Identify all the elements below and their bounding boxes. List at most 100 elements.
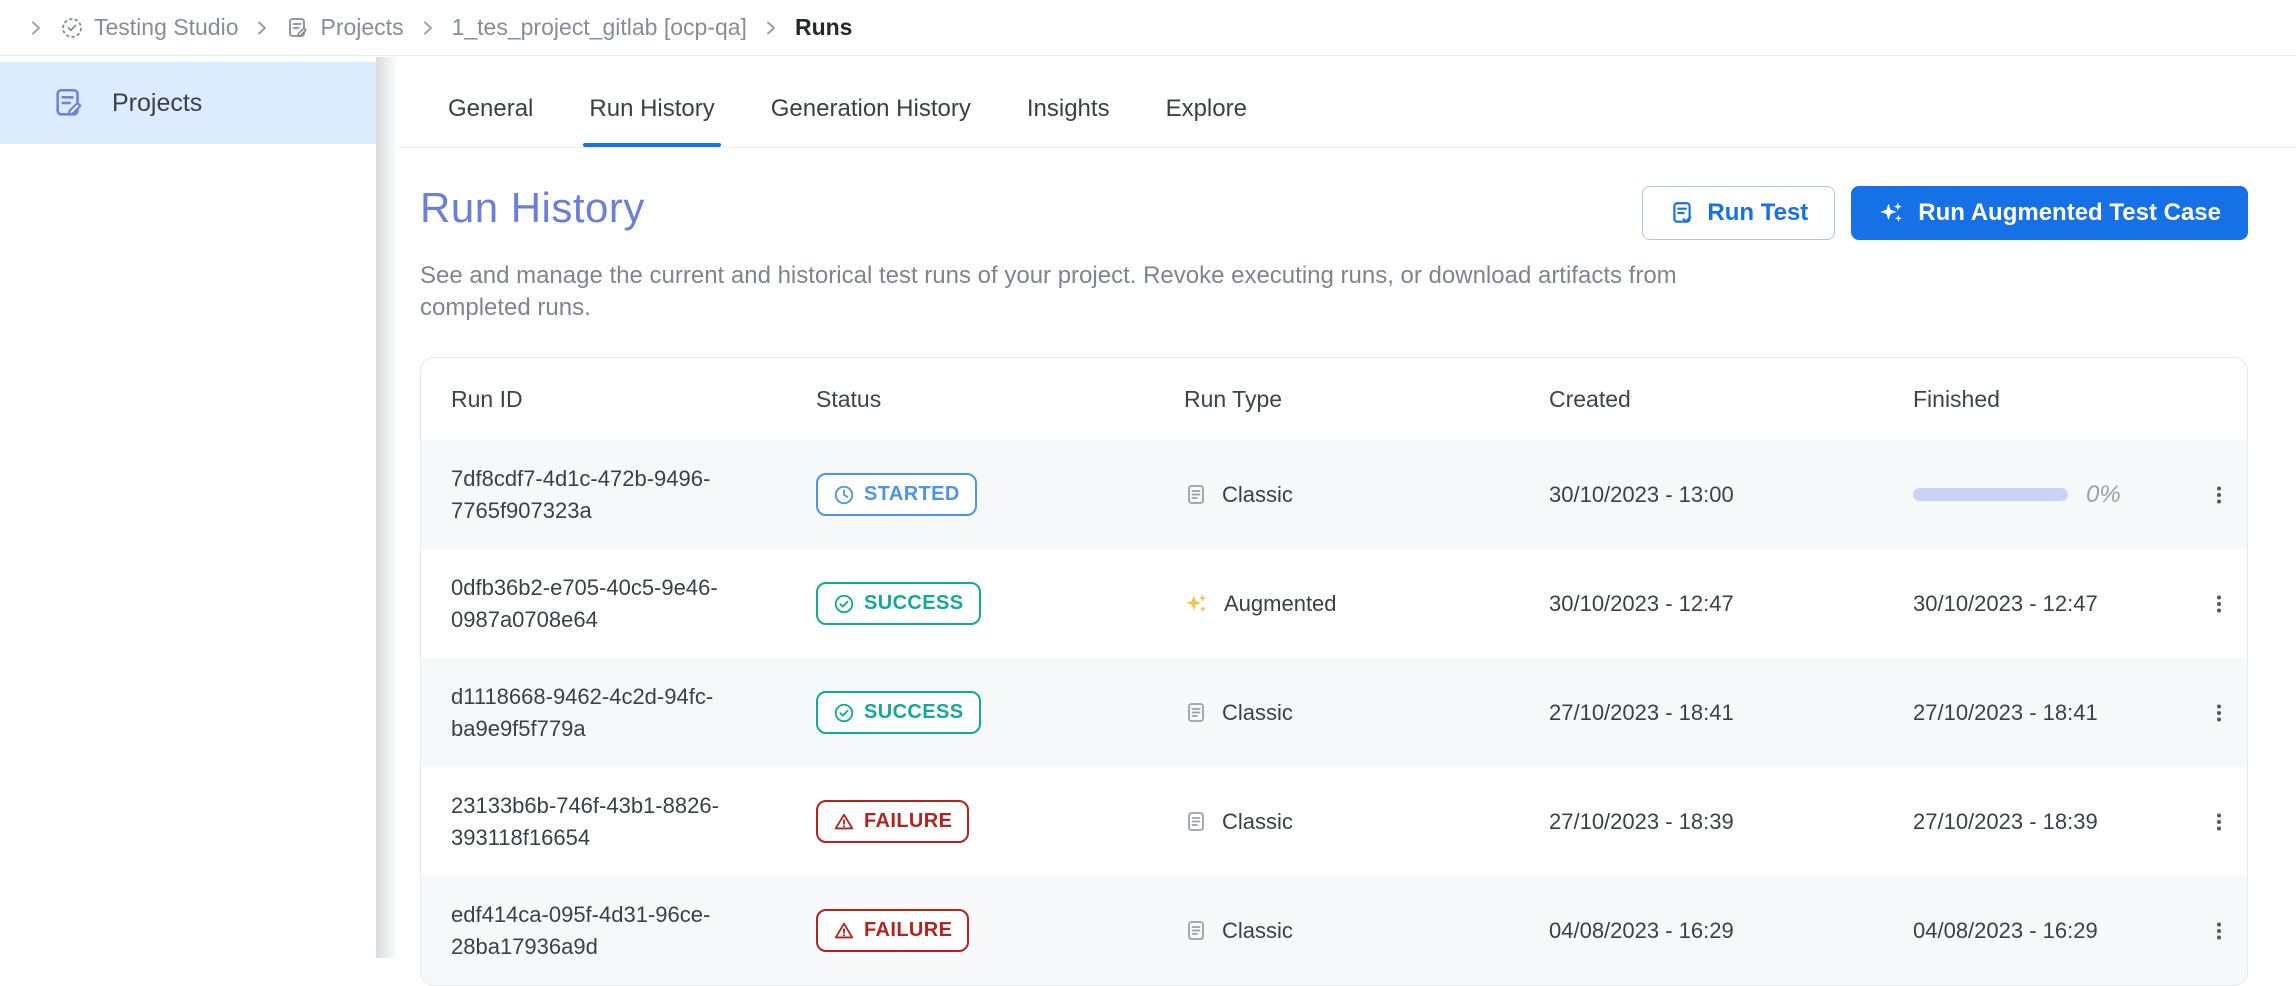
page-description: See and manage the current and historica… xyxy=(420,260,1710,323)
row-menu xyxy=(2189,586,2248,622)
clock-icon xyxy=(833,484,855,506)
tab-generation-history[interactable]: Generation History xyxy=(743,95,999,147)
row-menu xyxy=(2189,477,2248,513)
status-badge: FAILURE xyxy=(816,800,969,843)
status-badge: SUCCESS xyxy=(816,691,981,734)
document-icon xyxy=(1184,701,1208,725)
status-cell: FAILURE xyxy=(816,909,1184,952)
finished-cell: 04/08/2023 - 16:29 xyxy=(1913,918,2189,944)
kebab-menu-icon[interactable] xyxy=(2201,913,2237,949)
breadcrumb-app-label: Testing Studio xyxy=(94,14,238,41)
chevron-right-icon xyxy=(420,20,436,36)
finished-cell: 27/10/2023 - 18:39 xyxy=(1913,809,2189,835)
tab-insights[interactable]: Insights xyxy=(999,95,1138,147)
kebab-menu-icon[interactable] xyxy=(2201,804,2237,840)
row-menu xyxy=(2189,913,2248,949)
table-row: 0dfb36b2-e705-40c5-9e46-0987a0708e64 SUC… xyxy=(421,549,2247,658)
finished-date: 27/10/2023 - 18:41 xyxy=(1913,700,2098,726)
check-circle-icon xyxy=(833,702,855,724)
kebab-menu-icon[interactable] xyxy=(2201,586,2237,622)
table-row: edf414ca-095f-4d31-96ce-28ba17936a9d FAI… xyxy=(421,876,2247,985)
breadcrumb: Testing Studio Projects 1_tes_project_gi… xyxy=(28,14,852,41)
tab-general[interactable]: General xyxy=(420,95,561,147)
finished-date: 30/10/2023 - 12:47 xyxy=(1913,591,2098,617)
status-cell: STARTED xyxy=(816,473,1184,516)
status-cell: FAILURE xyxy=(816,800,1184,843)
chevron-right-icon xyxy=(254,20,270,36)
breadcrumb-project-link[interactable]: 1_tes_project_gitlab [ocp-qa] xyxy=(452,14,747,41)
sidebar-item-projects[interactable]: Projects xyxy=(0,62,376,144)
run-type-cell: Classic xyxy=(1184,809,1549,835)
run-type-cell: Classic xyxy=(1184,482,1549,508)
run-type-label: Classic xyxy=(1222,700,1293,726)
tab-run-history[interactable]: Run History xyxy=(561,95,742,147)
run-id-cell: 23133b6b-746f-43b1-8826-393118f16654 xyxy=(421,790,781,854)
breadcrumb-current: Runs xyxy=(795,14,853,41)
table-row: 7df8cdf7-4d1c-472b-9496-7765f907323a STA… xyxy=(421,440,2247,549)
kebab-menu-icon[interactable] xyxy=(2201,477,2237,513)
row-menu xyxy=(2189,695,2248,731)
document-icon xyxy=(1184,810,1208,834)
breadcrumb-projects-label: Projects xyxy=(320,14,403,41)
status-label: FAILURE xyxy=(864,919,952,942)
created-cell: 30/10/2023 - 12:47 xyxy=(1549,591,1913,617)
check-circle-icon xyxy=(833,593,855,615)
run-id-cell: d1118668-9462-4c2d-94fc-ba9e9f5f779a xyxy=(421,681,781,745)
row-menu xyxy=(2189,804,2248,840)
column-header-status: Status xyxy=(816,386,1184,413)
document-icon xyxy=(1184,483,1208,507)
chevron-right-icon xyxy=(28,20,44,36)
run-id-cell: 7df8cdf7-4d1c-472b-9496-7765f907323a xyxy=(421,463,781,527)
tab-bar: General Run History Generation History I… xyxy=(398,57,2296,148)
document-edit-icon xyxy=(52,86,86,120)
progress-bar xyxy=(1913,488,2068,501)
breadcrumb-projects-link[interactable]: Projects xyxy=(286,14,403,41)
status-cell: SUCCESS xyxy=(816,691,1184,734)
progress-percent: 0% xyxy=(2086,481,2121,509)
sidebar-divider xyxy=(376,57,398,958)
breadcrumb-project-label: 1_tes_project_gitlab [ocp-qa] xyxy=(452,14,747,41)
chevron-right-icon xyxy=(763,20,779,36)
page-title: Run History xyxy=(420,184,645,232)
run-type-label: Classic xyxy=(1222,482,1293,508)
sparkles-icon xyxy=(1184,591,1210,617)
finished-date: 04/08/2023 - 16:29 xyxy=(1913,918,2098,944)
warning-triangle-icon xyxy=(833,920,855,942)
run-augmented-test-case-button[interactable]: Run Augmented Test Case xyxy=(1851,186,2248,240)
column-header-created: Created xyxy=(1549,386,1913,413)
status-badge: STARTED xyxy=(816,473,977,516)
document-edit-icon xyxy=(286,16,310,40)
breadcrumb-app-link[interactable]: Testing Studio xyxy=(60,14,238,41)
run-history-panel: Run History Run Test Run Augmented Test … xyxy=(398,148,2296,986)
main-content: General Run History Generation History I… xyxy=(398,57,2296,958)
finished-cell: 27/10/2023 - 18:41 xyxy=(1913,700,2189,726)
run-type-label: Classic xyxy=(1222,809,1293,835)
run-type-cell: Classic xyxy=(1184,918,1549,944)
status-label: SUCCESS xyxy=(864,592,964,615)
created-cell: 30/10/2023 - 13:00 xyxy=(1549,482,1913,508)
run-type-cell: Classic xyxy=(1184,700,1549,726)
table-row: d1118668-9462-4c2d-94fc-ba9e9f5f779a SUC… xyxy=(421,658,2247,767)
run-type-cell: Augmented xyxy=(1184,591,1549,617)
top-bar: Testing Studio Projects 1_tes_project_gi… xyxy=(0,0,2296,56)
created-cell: 27/10/2023 - 18:39 xyxy=(1549,809,1913,835)
seal-check-icon xyxy=(60,16,84,40)
created-cell: 27/10/2023 - 18:41 xyxy=(1549,700,1913,726)
sparkles-icon xyxy=(1878,199,1906,227)
run-test-label: Run Test xyxy=(1707,199,1808,227)
run-type-label: Classic xyxy=(1222,918,1293,944)
tab-explore[interactable]: Explore xyxy=(1138,95,1275,147)
run-id-cell: edf414ca-095f-4d31-96ce-28ba17936a9d xyxy=(421,899,781,963)
run-id-cell: 0dfb36b2-e705-40c5-9e46-0987a0708e64 xyxy=(421,572,781,636)
run-test-button[interactable]: Run Test xyxy=(1642,186,1835,240)
status-label: SUCCESS xyxy=(864,701,964,724)
kebab-menu-icon[interactable] xyxy=(2201,695,2237,731)
status-label: STARTED xyxy=(864,483,960,506)
warning-triangle-icon xyxy=(833,811,855,833)
run-history-table: Run ID Status Run Type Created Finished … xyxy=(420,357,2248,986)
table-row: 23133b6b-746f-43b1-8826-393118f16654 FAI… xyxy=(421,767,2247,876)
action-buttons: Run Test Run Augmented Test Case xyxy=(1642,186,2248,240)
status-label: FAILURE xyxy=(864,810,952,833)
document-check-icon xyxy=(1669,200,1695,226)
created-cell: 04/08/2023 - 16:29 xyxy=(1549,918,1913,944)
